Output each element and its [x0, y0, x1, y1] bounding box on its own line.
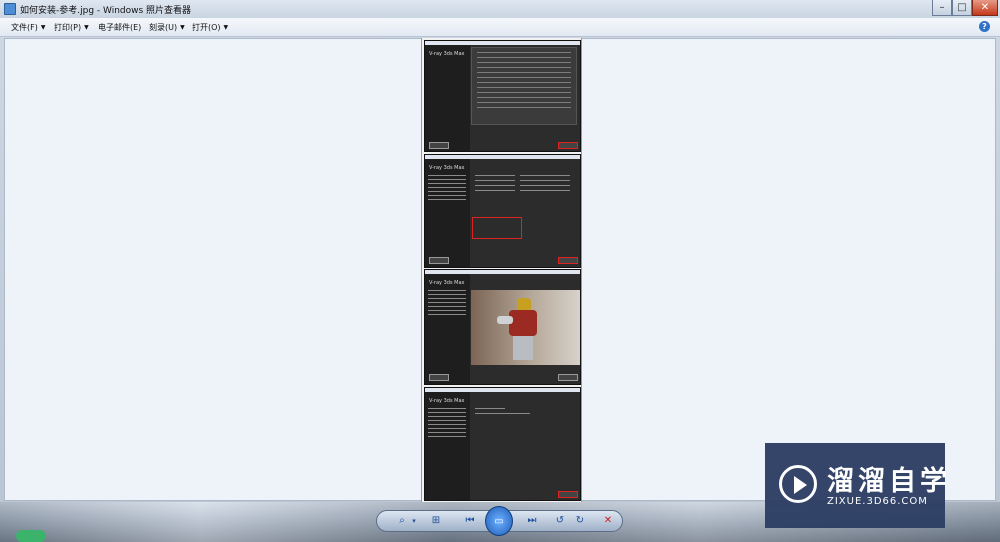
vray-logo: V-ray 3ds Max: [429, 280, 465, 286]
play-logo-icon: [779, 465, 817, 503]
help-icon[interactable]: ?: [979, 21, 990, 32]
taskbar-green-button[interactable]: [16, 530, 46, 542]
menu-bar: 文件(F) ▼ 打印(P) ▼ 电子邮件(E) 刻录(U) ▼ 打开(O) ▼: [0, 18, 1000, 37]
license-text-block: [471, 47, 577, 125]
watermark-title: 溜溜自学: [827, 466, 951, 497]
watermark-url: ZIXUE.3D66.COM: [827, 496, 928, 507]
chevron-down-icon: ▼: [84, 24, 89, 31]
menu-burn-label: 刻录(U): [149, 23, 178, 32]
delete-icon[interactable]: ✕: [599, 513, 617, 529]
minimize-button[interactable]: –: [932, 0, 952, 16]
screenshot-sidebar: [425, 45, 470, 151]
photo-viewer-window: 如何安装-参考.jpg - Windows 照片查看器 – □ ✕ 文件(F) ▼…: [0, 0, 1000, 542]
installer-screenshot-progress: V-ray 3ds Max: [424, 269, 581, 385]
screenshot-button: [429, 257, 449, 264]
maximize-button[interactable]: □: [952, 0, 972, 16]
screenshot-button: [558, 374, 578, 381]
menu-email[interactable]: 电子邮件(E): [98, 22, 141, 33]
chevron-down-icon: ▼: [180, 24, 185, 31]
image-viewport[interactable]: V-ray 3ds Max V-ray 3ds Max V-ray 3ds Ma…: [4, 38, 996, 502]
watermark: 溜溜自学 ZIXUE.3D66.COM: [765, 443, 947, 528]
app-icon: [4, 3, 16, 15]
vray-logo: V-ray 3ds Max: [429, 398, 465, 404]
installer-screenshot-options: V-ray 3ds Max: [424, 154, 581, 268]
screenshot-highlight-box: [472, 217, 522, 239]
menu-print[interactable]: 打印(P) ▼: [54, 22, 89, 33]
menu-burn[interactable]: 刻录(U) ▼: [149, 22, 185, 33]
zoom-dropdown-icon[interactable]: ▾: [405, 513, 423, 529]
menu-file-label: 文件(F): [11, 23, 38, 32]
robot-render-image: [471, 290, 580, 365]
menu-file[interactable]: 文件(F) ▼: [11, 22, 45, 33]
menu-open-label: 打开(O): [192, 23, 221, 32]
installer-screenshot-finish: V-ray 3ds Max: [424, 387, 581, 501]
screenshot-highlighted-button: [558, 257, 578, 264]
vray-logo: V-ray 3ds Max: [429, 165, 465, 171]
previous-icon[interactable]: ⏮: [461, 513, 479, 529]
chevron-down-icon: ▼: [40, 24, 46, 31]
next-icon[interactable]: ⏭: [523, 513, 541, 529]
screenshot-highlighted-button: [558, 491, 578, 498]
screenshot-highlighted-button: [558, 142, 578, 149]
screenshot-button: [429, 142, 449, 149]
chevron-down-icon: ▼: [223, 24, 229, 31]
slideshow-button[interactable]: ▭: [485, 506, 513, 536]
title-bar[interactable]: 如何安装-参考.jpg - Windows 照片查看器 – □ ✕: [0, 0, 1000, 18]
displayed-photo: V-ray 3ds Max V-ray 3ds Max V-ray 3ds Ma…: [421, 38, 582, 502]
installer-screenshot-license: V-ray 3ds Max: [424, 40, 581, 152]
close-button[interactable]: ✕: [972, 0, 998, 16]
window-title: 如何安装-参考.jpg - Windows 照片查看器: [20, 6, 192, 16]
menu-print-label: 打印(P): [54, 23, 82, 32]
rotate-counterclockwise-icon[interactable]: ↺: [551, 513, 569, 529]
rotate-clockwise-icon[interactable]: ↻: [571, 513, 589, 529]
menu-email-label: 电子邮件(E): [98, 23, 142, 32]
vray-logo: V-ray 3ds Max: [429, 51, 465, 57]
navigation-controls: ⌕ ▾ ⊞ ⏮ ▭ ⏭ ↺ ↻ ✕: [376, 506, 623, 536]
menu-open[interactable]: 打开(O) ▼: [192, 22, 228, 33]
actual-size-icon[interactable]: ⊞: [427, 513, 445, 529]
screenshot-button: [429, 374, 449, 381]
